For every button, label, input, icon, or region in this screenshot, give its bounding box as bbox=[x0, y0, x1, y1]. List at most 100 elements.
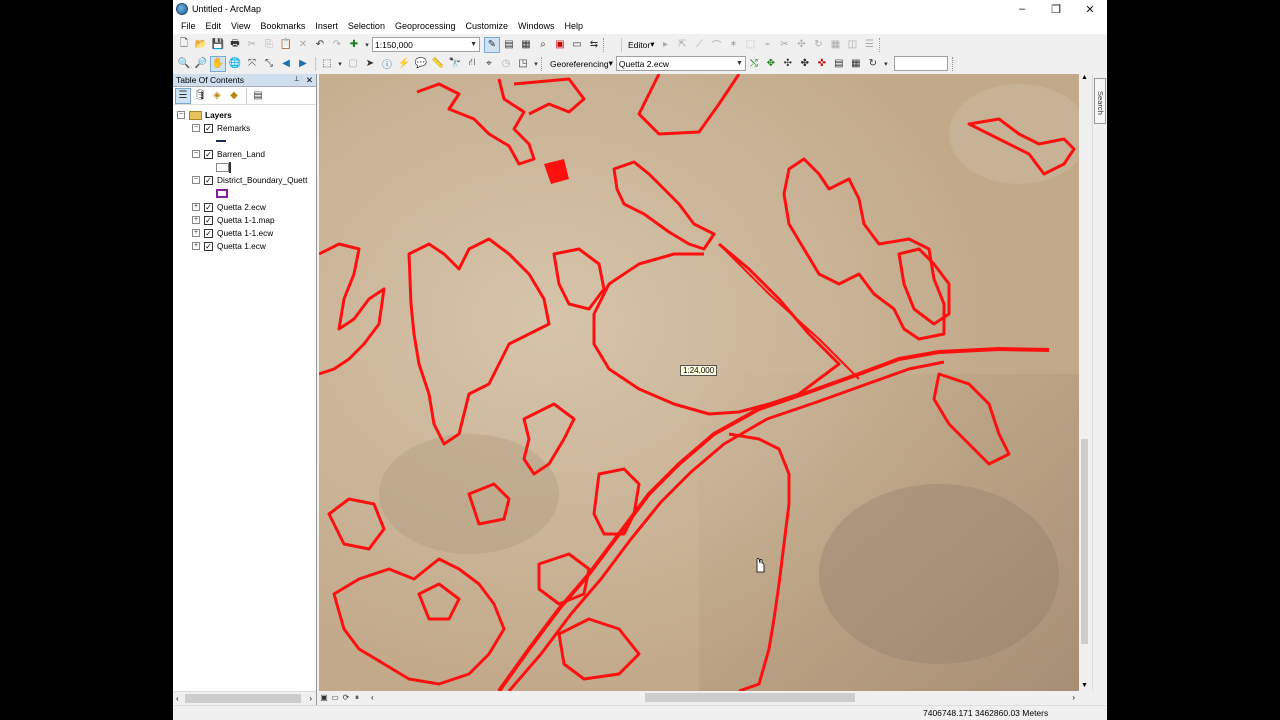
list-by-drawing-order-icon[interactable]: ☰ bbox=[175, 87, 191, 104]
menu-help[interactable]: Help bbox=[560, 18, 589, 34]
paste-icon[interactable]: 📋 bbox=[278, 37, 294, 53]
list-by-selection-icon[interactable]: ◆ bbox=[226, 88, 242, 104]
identify-icon[interactable]: ⓘ bbox=[379, 56, 395, 72]
menu-windows[interactable]: Windows bbox=[513, 18, 560, 34]
toc-horizontal-scrollbar[interactable]: ‹ › bbox=[173, 691, 316, 705]
find-route-icon[interactable]: ⛙ bbox=[464, 56, 480, 72]
pan-icon[interactable]: ✋ bbox=[210, 55, 226, 72]
scale-icon[interactable]: ✤ bbox=[797, 56, 813, 72]
expand-icon[interactable]: + bbox=[192, 216, 200, 224]
cut-icon[interactable]: ✂ bbox=[244, 37, 260, 53]
layer-row[interactable]: + ✓ Quetta 1-1.ecw bbox=[192, 227, 273, 239]
rotate-icon[interactable]: ↻ bbox=[811, 37, 827, 53]
split-icon[interactable]: ✣ bbox=[794, 37, 810, 53]
clear-selection-icon[interactable]: ▢ bbox=[345, 56, 361, 72]
scroll-thumb[interactable] bbox=[645, 693, 855, 702]
full-extent-icon[interactable]: 🌐 bbox=[227, 56, 243, 72]
layer-visibility-checkbox[interactable]: ✓ bbox=[204, 215, 213, 225]
layer-row[interactable]: + ✓ Quetta 2.ecw bbox=[192, 201, 266, 213]
toolbar-grip[interactable] bbox=[603, 37, 606, 52]
toolbar-grip[interactable] bbox=[878, 37, 882, 52]
menu-insert[interactable]: Insert bbox=[310, 18, 343, 34]
forward-extent-icon[interactable]: ▶ bbox=[295, 56, 311, 72]
menu-edit[interactable]: Edit bbox=[201, 18, 227, 34]
layer-visibility-checkbox[interactable]: ✓ bbox=[204, 123, 213, 133]
expand-icon[interactable]: + bbox=[192, 203, 200, 211]
menu-customize[interactable]: Customize bbox=[461, 18, 514, 34]
layer-combo[interactable]: Quetta 2.ecw ▼ bbox=[615, 56, 746, 71]
rotate-georef-icon[interactable]: ⤭ bbox=[746, 56, 762, 72]
fixed-zoom-in-icon[interactable]: ⤧ bbox=[244, 56, 260, 72]
scroll-down-icon[interactable]: ▼ bbox=[1081, 682, 1088, 689]
collapse-icon[interactable]: − bbox=[177, 111, 185, 119]
line-symbol-icon[interactable] bbox=[216, 140, 226, 142]
layer-row[interactable]: + ✓ Quetta 1-1.map bbox=[192, 214, 275, 226]
edit-vertices-icon[interactable]: ⬚ bbox=[743, 37, 759, 53]
scroll-right-icon[interactable]: › bbox=[1072, 693, 1075, 702]
delete-icon[interactable]: ✕ bbox=[295, 37, 311, 53]
layer-row[interactable]: + ✓ Quetta 1.ecw bbox=[192, 240, 266, 252]
options-icon[interactable]: ▤ bbox=[250, 88, 266, 104]
control-points-icon[interactable]: ✜ bbox=[814, 56, 830, 72]
reshape-icon[interactable]: ⌁ bbox=[760, 37, 776, 53]
new-document-icon[interactable]: 🗋 bbox=[176, 37, 192, 53]
menu-geoprocessing[interactable]: Geoprocessing bbox=[390, 18, 461, 34]
maximize-button[interactable]: ❐ bbox=[1039, 0, 1073, 18]
expand-icon[interactable]: + bbox=[192, 229, 200, 237]
go-to-xy-icon[interactable]: ⌖ bbox=[481, 56, 497, 72]
select-features-icon[interactable]: ⬚ bbox=[319, 56, 335, 72]
rotation-angle-input[interactable] bbox=[893, 56, 948, 71]
refresh-view-icon[interactable]: ⟳ bbox=[341, 690, 351, 706]
attributes-icon[interactable]: ▦ bbox=[828, 37, 844, 53]
menu-file[interactable]: File bbox=[176, 18, 201, 34]
zoom-out-icon[interactable]: 🔎 bbox=[193, 56, 209, 72]
editor-menu[interactable]: Editor ▾ bbox=[625, 37, 658, 53]
toolbar-grip[interactable] bbox=[951, 56, 955, 71]
search-window-icon[interactable]: ⌕ bbox=[535, 37, 551, 53]
end-point-arc-icon[interactable]: ⌒ bbox=[709, 37, 725, 53]
sketch-properties-icon[interactable]: ◫ bbox=[845, 37, 861, 53]
minimize-button[interactable]: – bbox=[1005, 0, 1039, 18]
time-slider-icon[interactable]: ◷ bbox=[498, 56, 514, 72]
find-icon[interactable]: 🔭 bbox=[447, 56, 463, 72]
catalog-window-icon[interactable]: ▦ bbox=[518, 37, 534, 53]
menu-view[interactable]: View bbox=[226, 18, 255, 34]
scroll-thumb[interactable] bbox=[1081, 439, 1088, 644]
add-control-points-icon[interactable]: ✥ bbox=[763, 56, 779, 72]
scroll-left-icon[interactable]: ‹ bbox=[371, 693, 374, 702]
scroll-left-icon[interactable]: ‹ bbox=[176, 694, 179, 703]
scroll-up-icon[interactable]: ▲ bbox=[1081, 74, 1088, 81]
cut-polygons-icon[interactable]: ✂ bbox=[777, 37, 793, 53]
list-by-visibility-icon[interactable]: ◈ bbox=[209, 88, 225, 104]
zoom-in-icon[interactable]: 🔍 bbox=[176, 56, 192, 72]
search-tab[interactable]: Search bbox=[1094, 78, 1106, 124]
map-view[interactable]: 1:24,000 bbox=[319, 74, 1079, 691]
create-features-icon[interactable]: ☰ bbox=[862, 37, 878, 53]
measure-icon[interactable]: 📏 bbox=[430, 56, 446, 72]
straight-segment-icon[interactable]: ⟋ bbox=[692, 37, 708, 53]
copy-icon[interactable]: ⎘ bbox=[261, 37, 277, 53]
expand-icon[interactable]: + bbox=[192, 242, 200, 250]
print-icon[interactable]: 🖶 bbox=[227, 37, 243, 53]
menu-bookmarks[interactable]: Bookmarks bbox=[255, 18, 310, 34]
data-view-icon[interactable]: ▣ bbox=[319, 690, 329, 706]
pin-icon[interactable]: ⊥ bbox=[294, 75, 300, 86]
layer-visibility-checkbox[interactable]: ✓ bbox=[204, 175, 213, 185]
pause-drawing-icon[interactable]: ⏸ bbox=[352, 690, 362, 706]
save-icon[interactable]: 💾 bbox=[210, 37, 226, 53]
undo-icon[interactable]: ↶ bbox=[312, 37, 328, 53]
map-vertical-scrollbar[interactable]: ▲ ▼ bbox=[1079, 74, 1090, 691]
polygon-symbol-icon[interactable] bbox=[216, 163, 229, 172]
select-dropdown-icon[interactable]: ▾ bbox=[336, 56, 344, 72]
create-viewer-window-icon[interactable]: ◳ bbox=[515, 56, 531, 72]
shift-icon[interactable]: ✣ bbox=[780, 56, 796, 72]
open-folder-icon[interactable]: 📂 bbox=[193, 37, 209, 53]
layer-visibility-checkbox[interactable]: ✓ bbox=[204, 149, 213, 159]
collapse-icon[interactable]: − bbox=[192, 124, 200, 132]
close-button[interactable]: ✕ bbox=[1073, 0, 1107, 18]
layer-row[interactable]: − ✓ District_Boundary_Quett bbox=[192, 174, 307, 186]
polygon-outline-symbol-icon[interactable] bbox=[216, 189, 228, 198]
select-elements-icon[interactable]: ➤ bbox=[362, 56, 378, 72]
map-scale-combo[interactable]: 1:150,000 ▼ bbox=[372, 37, 480, 52]
map-horizontal-scrollbar[interactable]: ▣ ▭ ⟳ ⏸ ‹ › bbox=[319, 691, 1091, 704]
